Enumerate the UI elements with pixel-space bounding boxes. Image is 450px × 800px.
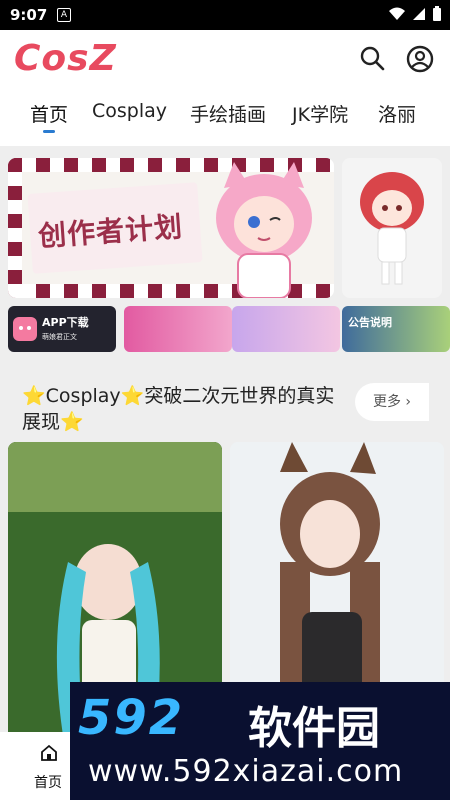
mascot-icon: [13, 317, 37, 341]
tab-jk-academy[interactable]: JK学院: [292, 100, 348, 127]
watermark-name: 软件园: [248, 703, 380, 754]
tab-lolita[interactable]: 洛丽: [378, 100, 416, 127]
watermark-url: www.592xiazai.com: [88, 754, 404, 789]
home-icon[interactable]: [40, 744, 58, 762]
section-title: ⭐Cosplay⭐突破二次元世界的真实展现⭐: [22, 385, 335, 433]
watermark-numbers: 592: [78, 690, 185, 746]
tab-illustration[interactable]: 手绘插画: [190, 100, 266, 127]
announcement-thumb[interactable]: 公告说明: [342, 306, 450, 352]
battery-icon: [433, 6, 441, 21]
bottom-nav: 首页: [0, 732, 70, 800]
showcase-thumb[interactable]: [232, 306, 340, 352]
bottom-nav-home-label: 首页: [34, 775, 62, 791]
app-logo: CosZ: [14, 38, 117, 79]
tab-home[interactable]: 首页: [30, 100, 68, 127]
category-tabs: 首页 Cosplay 手绘插画 JK学院 洛丽: [0, 88, 450, 146]
thumb-label: APP下载: [42, 316, 89, 329]
creator-plan-banner[interactable]: 创作者计划: [8, 158, 334, 298]
status-bar: 9:07 A: [0, 0, 450, 30]
search-icon[interactable]: [359, 45, 385, 71]
wifi-icon: [389, 7, 405, 20]
app-bar: CosZ: [0, 30, 450, 88]
active-tab-indicator: [43, 130, 55, 133]
anime-character-illustration: [216, 162, 312, 298]
more-button[interactable]: 更多 ›: [355, 383, 429, 421]
clock: 9:07: [10, 6, 48, 24]
signal-icon: [413, 8, 425, 20]
quick-links: APP下载 萌娘君正文 公告说明: [8, 306, 450, 354]
system-icons: [388, 6, 442, 22]
app-download-thumb[interactable]: APP下载 萌娘君正文: [8, 306, 116, 352]
tab-cosplay[interactable]: Cosplay: [92, 100, 167, 122]
thumb-label: 公告说明: [348, 316, 392, 329]
event-thumb[interactable]: [124, 306, 232, 352]
chibi-figure-illustration: [360, 172, 424, 285]
user-profile-icon[interactable]: [406, 45, 434, 73]
notification-icon: A: [57, 8, 71, 22]
thumb-sublabel: 萌娘君正文: [42, 333, 77, 341]
cosplay-section-header: ⭐Cosplay⭐突破二次元世界的真实展现⭐ 更多 ›: [0, 361, 450, 441]
side-banner[interactable]: [342, 158, 442, 298]
watermark-overlay: 592 软件园 www.592xiazai.com: [70, 682, 450, 800]
banner-stripes-left: [8, 158, 22, 298]
